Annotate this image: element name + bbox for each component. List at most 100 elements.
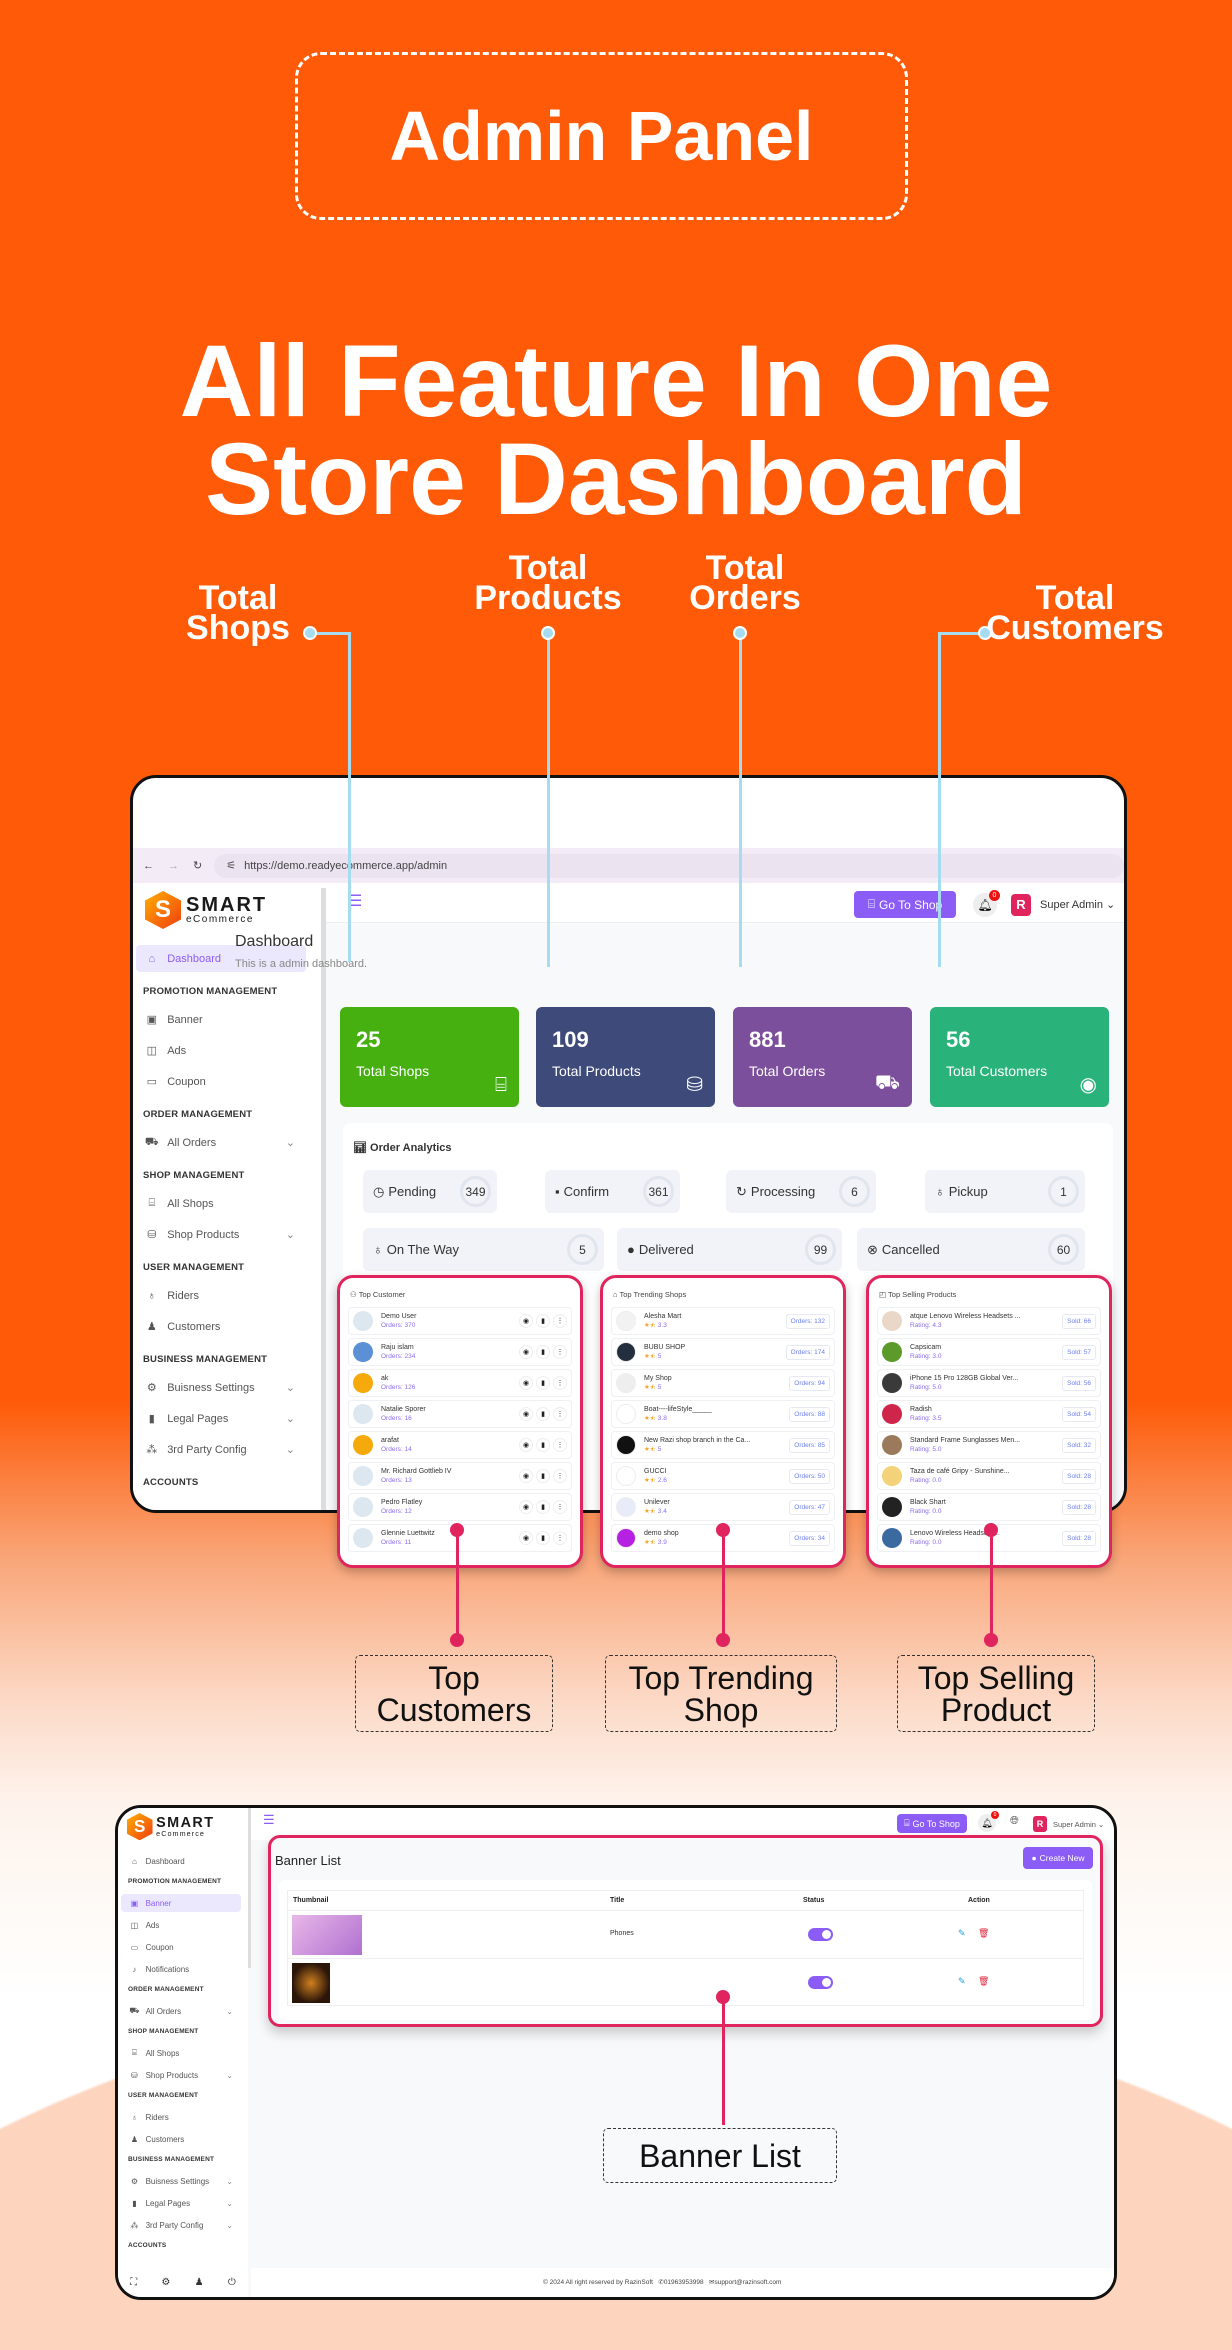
- customer-row[interactable]: Demo User Orders: 370 ◉ ▮ ⋮: [348, 1307, 572, 1335]
- bookmark-icon[interactable]: ▮: [536, 1376, 550, 1390]
- chevron-down-icon[interactable]: ⌄: [226, 2199, 233, 2208]
- sidebar-item-3rd-party-config[interactable]: ⁂ 3rd Party Config ⌄: [136, 1436, 306, 1463]
- banner-thumbnail[interactable]: [292, 1915, 362, 1955]
- sidebar-item-all-shops[interactable]: ⌸ All Shops: [121, 2044, 241, 2062]
- product-row[interactable]: Taza de café Gripy - Sunshine... Rating: …: [877, 1462, 1101, 1490]
- sidebar-item-legal-pages[interactable]: ▮ Legal Pages ⌄: [121, 2194, 241, 2212]
- sidebar-item-all-shops[interactable]: ⌸ All Shops: [136, 1190, 306, 1217]
- sidebar-item-coupon[interactable]: ▭ Coupon: [136, 1068, 306, 1095]
- shop-row[interactable]: My Shop ★⯪ 5 Orders: 94: [611, 1369, 835, 1397]
- notification-bell-icon[interactable]: 🔔︎ 0: [973, 890, 1000, 917]
- user-avatar[interactable]: R: [1033, 1816, 1047, 1832]
- chevron-down-icon[interactable]: ⌄: [286, 1228, 295, 1241]
- order-status-processing[interactable]: ↻ Processing 6: [726, 1170, 876, 1213]
- product-row[interactable]: Black Shart Rating: 0.0 Sold: 28: [877, 1493, 1101, 1521]
- site-settings-icon[interactable]: ⚟: [226, 859, 236, 872]
- bookmark-icon[interactable]: ▮: [536, 1438, 550, 1452]
- sidebar-item-dashboard[interactable]: ⌂ Dashboard: [121, 1852, 241, 1870]
- bookmark-icon[interactable]: ▮: [536, 1407, 550, 1421]
- fullscreen-icon[interactable]: ⛶: [130, 2277, 137, 2288]
- notification-bell-icon[interactable]: 🔔︎ 0: [978, 1811, 999, 1832]
- forward-icon[interactable]: →: [168, 860, 179, 872]
- sidebar-item-buisness-settings[interactable]: ⚙ Buisness Settings ⌄: [136, 1374, 306, 1401]
- delete-icon[interactable]: 🗑︎: [978, 1928, 989, 1939]
- stat-card-total-products[interactable]: 109 Total Products ⛁: [536, 1007, 715, 1107]
- sidebar-item-ads[interactable]: ◫ Ads: [121, 1916, 241, 1934]
- delete-icon[interactable]: 🗑︎: [978, 1976, 989, 1987]
- chevron-down-icon[interactable]: ⌄: [226, 2007, 233, 2016]
- more-vertical-icon[interactable]: ⋮: [553, 1376, 567, 1390]
- sidebar-item-shop-products[interactable]: ⛁ Shop Products ⌄: [136, 1221, 306, 1248]
- stat-card-total-orders[interactable]: 881 Total Orders ⛟: [733, 1007, 912, 1107]
- customer-row[interactable]: Raju islam Orders: 234 ◉ ▮ ⋮: [348, 1338, 572, 1366]
- eye-icon[interactable]: ◉: [519, 1314, 533, 1328]
- edit-icon[interactable]: ✎: [958, 1976, 966, 1987]
- chevron-down-icon[interactable]: ⌄: [286, 1381, 295, 1394]
- chevron-down-icon[interactable]: ⌄: [286, 1443, 295, 1456]
- order-status-on-the-way[interactable]: ♁ On The Way 5: [363, 1228, 604, 1271]
- shop-row[interactable]: New Razi shop branch in the Ca... ★⯪ 5 Ord…: [611, 1431, 835, 1459]
- eye-icon[interactable]: ◉: [519, 1345, 533, 1359]
- bookmark-icon[interactable]: ▮: [536, 1531, 550, 1545]
- status-toggle[interactable]: [808, 1976, 833, 1989]
- user-menu[interactable]: Super Admin ⌄: [1053, 1820, 1104, 1829]
- sidebar-item-banner[interactable]: ▣ Banner: [121, 1894, 241, 1912]
- user-menu[interactable]: Super Admin ⌄: [1040, 898, 1115, 911]
- stat-card-total-shops[interactable]: 25 Total Shops ⌸: [340, 1007, 519, 1107]
- shop-row[interactable]: Alesha Mart ★⯪ 3.3 Orders: 132: [611, 1307, 835, 1335]
- sidebar-item-customers[interactable]: ♟ Customers: [121, 2130, 241, 2148]
- sidebar-item-customers[interactable]: ♟ Customers: [136, 1313, 306, 1340]
- settings-icon[interactable]: ⚙: [161, 2277, 170, 2288]
- customer-row[interactable]: Mr. Richard Gottlieb IV Orders: 13 ◉ ▮ ⋮: [348, 1462, 572, 1490]
- chevron-down-icon[interactable]: ⌄: [226, 2177, 233, 2186]
- shop-row[interactable]: Boat----lifeStyle_____ ★⯪ 3.8 Orders: 88: [611, 1400, 835, 1428]
- order-status-cancelled[interactable]: ⊗ Cancelled 60: [857, 1228, 1085, 1271]
- banner-thumbnail[interactable]: [292, 1963, 330, 2003]
- sidebar-item-riders[interactable]: ♁ Riders: [121, 2108, 241, 2126]
- sidebar-item-all-orders[interactable]: ⛟ All Orders ⌄: [121, 2002, 241, 2020]
- customer-row[interactable]: Natalie Sporer Orders: 16 ◉ ▮ ⋮: [348, 1400, 572, 1428]
- eye-icon[interactable]: ◉: [519, 1469, 533, 1483]
- back-icon[interactable]: ←: [143, 860, 154, 872]
- customer-row[interactable]: ak Orders: 126 ◉ ▮ ⋮: [348, 1369, 572, 1397]
- brand-logo[interactable]: S SMART eCommerce: [126, 1813, 215, 1841]
- menu-toggle-icon[interactable]: ☰: [263, 1812, 275, 1828]
- order-status-confirm[interactable]: ▪ Confirm 361: [545, 1170, 680, 1213]
- more-vertical-icon[interactable]: ⋮: [553, 1531, 567, 1545]
- reload-icon[interactable]: ↻: [193, 859, 202, 872]
- sidebar-item-notifications[interactable]: ♪ Notifications: [121, 1960, 241, 1978]
- product-row[interactable]: Radish Rating: 3.5 Sold: 54: [877, 1400, 1101, 1428]
- bookmark-icon[interactable]: ▮: [536, 1500, 550, 1514]
- brand-logo[interactable]: S SMART eCommerce: [145, 891, 267, 929]
- create-new-button[interactable]: ● Create New: [1023, 1847, 1093, 1869]
- sidebar-item-buisness-settings[interactable]: ⚙ Buisness Settings ⌄: [121, 2172, 241, 2190]
- go-to-shop-button[interactable]: ⌸ Go To Shop: [897, 1814, 967, 1833]
- chevron-down-icon[interactable]: ⌄: [286, 1136, 295, 1149]
- customer-row[interactable]: Pedro Flatley Orders: 12 ◉ ▮ ⋮: [348, 1493, 572, 1521]
- order-status-delivered[interactable]: ● Delivered 99: [617, 1228, 842, 1271]
- customer-row[interactable]: arafat Orders: 14 ◉ ▮ ⋮: [348, 1431, 572, 1459]
- sidebar-item-shop-products[interactable]: ⛁ Shop Products ⌄: [121, 2066, 241, 2084]
- user-avatar[interactable]: R: [1011, 894, 1031, 916]
- edit-icon[interactable]: ✎: [958, 1928, 966, 1939]
- bookmark-icon[interactable]: ▮: [536, 1345, 550, 1359]
- sidebar-item-all-orders[interactable]: ⛟ All Orders ⌄: [136, 1129, 306, 1156]
- more-vertical-icon[interactable]: ⋮: [553, 1314, 567, 1328]
- power-icon[interactable]: ⏻: [228, 2277, 236, 2288]
- status-toggle[interactable]: [808, 1928, 833, 1941]
- order-status-pending[interactable]: ◷ Pending 349: [363, 1170, 497, 1213]
- eye-icon[interactable]: ◉: [519, 1438, 533, 1452]
- globe-icon[interactable]: 🌐︎: [1010, 1815, 1019, 1828]
- chevron-down-icon[interactable]: ⌄: [226, 2071, 233, 2080]
- sidebar-item-riders[interactable]: ♁ Riders: [136, 1282, 306, 1309]
- shop-row[interactable]: Unilever ★⯪ 3.4 Orders: 47: [611, 1493, 835, 1521]
- bookmark-icon[interactable]: ▮: [536, 1314, 550, 1328]
- more-vertical-icon[interactable]: ⋮: [553, 1345, 567, 1359]
- sidebar-item-3rd-party-config[interactable]: ⁂ 3rd Party Config ⌄: [121, 2216, 241, 2234]
- sidebar-item-banner[interactable]: ▣ Banner: [136, 1006, 306, 1033]
- stat-card-total-customers[interactable]: 56 Total Customers ◉: [930, 1007, 1109, 1107]
- chevron-down-icon[interactable]: ⌄: [226, 2221, 233, 2230]
- more-vertical-icon[interactable]: ⋮: [553, 1500, 567, 1514]
- more-vertical-icon[interactable]: ⋮: [553, 1469, 567, 1483]
- product-row[interactable]: iPhone 15 Pro 128GB Global Ver... Rating:…: [877, 1369, 1101, 1397]
